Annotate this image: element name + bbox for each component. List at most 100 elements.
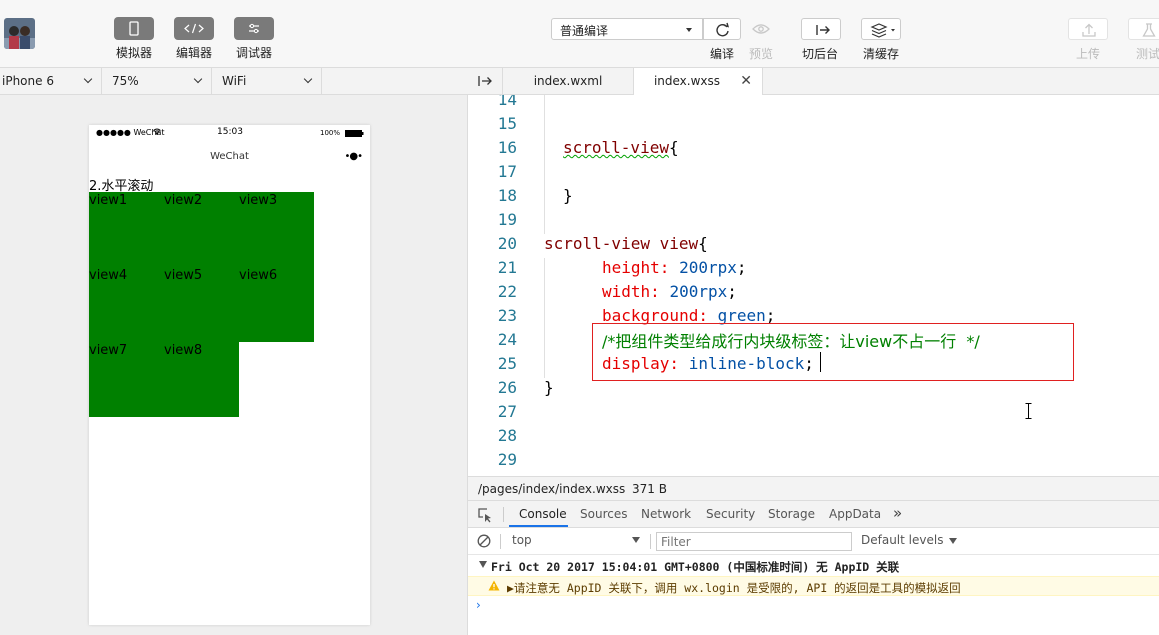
divider xyxy=(503,507,504,522)
green-view: view2 xyxy=(164,192,239,267)
console-prompt[interactable]: › xyxy=(476,598,481,612)
tab-sources[interactable]: Sources xyxy=(580,507,627,521)
clear-cache-label: 清缓存 xyxy=(863,47,900,61)
editor-button[interactable]: 编辑器 xyxy=(171,17,217,61)
chevron-down-icon xyxy=(303,74,313,84)
line-number: 24 xyxy=(497,330,517,349)
debugger-label: 调试器 xyxy=(235,46,272,60)
debugger-button[interactable]: 调试器 xyxy=(231,17,277,61)
tab-index-wxss[interactable]: index.wxss ✕ xyxy=(634,68,763,96)
ibeam-cursor-icon xyxy=(1025,403,1032,419)
compile-button[interactable] xyxy=(703,18,741,40)
green-view: view7 xyxy=(89,342,164,417)
test-button[interactable] xyxy=(1128,18,1159,40)
code-line-20: scroll-view view{ xyxy=(544,234,708,253)
tab-storage[interactable]: Storage xyxy=(768,507,815,521)
upload-button[interactable] xyxy=(1068,18,1108,40)
console-filter-input[interactable] xyxy=(656,532,852,551)
background-label: 切后台 xyxy=(802,47,839,61)
expand-triangle-icon[interactable] xyxy=(479,561,487,568)
battery-percent: 100% xyxy=(320,129,341,137)
simulator-button[interactable]: 模拟器 xyxy=(111,17,157,61)
code-line-21: height: 200rpx; xyxy=(602,258,747,277)
tab-index-wxml[interactable]: index.wxml xyxy=(503,68,634,95)
chevron-down-icon xyxy=(83,74,93,84)
tab-network[interactable]: Network xyxy=(641,507,691,521)
brace-token: { xyxy=(668,138,679,157)
green-view: view6 xyxy=(239,267,314,342)
line-number: 23 xyxy=(497,306,517,325)
status-time: 15:03 xyxy=(217,127,243,137)
more-menu-icon[interactable]: •●• xyxy=(344,151,363,162)
top-toolbar: 模拟器 编辑器 调试器 普通编译 编译 预览 切后台 清缓存 上传 测试 xyxy=(0,0,1159,68)
editor-label: 编辑器 xyxy=(175,46,212,60)
line-number: 22 xyxy=(497,282,517,301)
semicolon-token: ; xyxy=(727,282,737,301)
line-number: 16 xyxy=(497,138,517,157)
context-value: top xyxy=(512,533,532,547)
line-number: 18 xyxy=(497,186,517,205)
code-editor[interactable]: 14 15 16 17 18 19 20 21 22 23 24 25 26 2… xyxy=(468,95,1159,476)
code-line-22: width: 200rpx; xyxy=(602,282,737,301)
toggle-file-tree-button[interactable] xyxy=(468,68,503,95)
green-view: view3 xyxy=(239,192,314,267)
refresh-icon xyxy=(716,22,730,37)
status-bar: ●●●●● WeChat 15:03 100% xyxy=(89,125,370,143)
line-number: 20 xyxy=(497,234,517,253)
clear-cache-button[interactable] xyxy=(861,18,901,40)
devtools-tab-bar: Console Sources Network Security Storage… xyxy=(468,501,1159,528)
clear-console-icon[interactable] xyxy=(477,534,491,548)
highlight-annotation-box xyxy=(592,323,1074,381)
property-token: height: xyxy=(602,258,670,277)
test-label: 测试 xyxy=(1136,47,1159,61)
preview-button[interactable] xyxy=(742,18,780,40)
tab-console[interactable]: Console xyxy=(519,507,567,521)
property-token: width: xyxy=(602,282,660,301)
close-icon[interactable]: ✕ xyxy=(740,73,752,89)
switch-background-icon xyxy=(816,25,830,35)
inspect-element-icon[interactable] xyxy=(477,507,493,523)
code-icon xyxy=(174,17,214,40)
line-number: 27 xyxy=(497,402,517,421)
indent-guide xyxy=(544,95,545,234)
network-select[interactable]: WiFi xyxy=(212,68,322,94)
zoom-value: 75% xyxy=(112,74,139,88)
line-number: 19 xyxy=(497,210,517,229)
more-tabs-button[interactable]: » xyxy=(893,504,902,522)
compile-mode-select[interactable]: 普通编译 xyxy=(551,18,703,40)
simulator-label: 模拟器 xyxy=(115,46,152,60)
indent-guide xyxy=(544,258,545,378)
tab-security[interactable]: Security xyxy=(706,507,755,521)
file-size: 371 B xyxy=(632,482,667,496)
semicolon-token: ; xyxy=(736,258,747,277)
editor-tab-bar: index.wxml index.wxss ✕ xyxy=(468,68,1159,96)
tab-appdata[interactable]: AppData xyxy=(829,507,881,521)
brace-token: { xyxy=(698,234,708,253)
code-line-26: } xyxy=(544,378,554,397)
debug-icon xyxy=(234,17,274,40)
dropdown-caret-icon xyxy=(949,538,958,544)
device-select[interactable]: iPhone 6 xyxy=(0,68,102,94)
log-levels-select[interactable]: Default levels xyxy=(861,533,958,547)
value-token: 200rpx xyxy=(669,282,728,301)
console-warning-row[interactable]: ▶请注意无 AppID 关联下，调用 wx.login 是受限的, API 的返… xyxy=(468,576,1159,596)
line-number: 28 xyxy=(497,426,517,445)
phone-screen: ●●●●● WeChat 15:03 100% WeChat •●• 2.水平滚… xyxy=(89,125,370,625)
context-select[interactable]: top xyxy=(512,533,642,551)
zoom-select[interactable]: 75% xyxy=(102,68,212,94)
line-number: 17 xyxy=(497,162,517,181)
console-log-group[interactable]: Fri Oct 20 2017 15:04:01 GMT+0800 (中国标准时… xyxy=(468,556,1159,576)
green-view: view8 xyxy=(164,342,239,417)
device-bar: iPhone 6 75% WiFi xyxy=(0,68,468,95)
flask-icon xyxy=(1142,23,1156,37)
line-number: 25 xyxy=(497,354,517,373)
user-avatar[interactable] xyxy=(4,18,35,49)
compile-label: 编译 xyxy=(710,47,735,61)
value-token: 200rpx xyxy=(679,258,737,277)
file-path: /pages/index/index.wxss xyxy=(478,482,626,496)
network-value: WiFi xyxy=(222,74,247,88)
simulator-panel: ●●●●● WeChat 15:03 100% WeChat •●• 2.水平滚… xyxy=(0,95,468,635)
background-button[interactable] xyxy=(801,18,841,40)
green-view: view4 xyxy=(89,267,164,342)
code-line-18: } xyxy=(563,186,573,205)
